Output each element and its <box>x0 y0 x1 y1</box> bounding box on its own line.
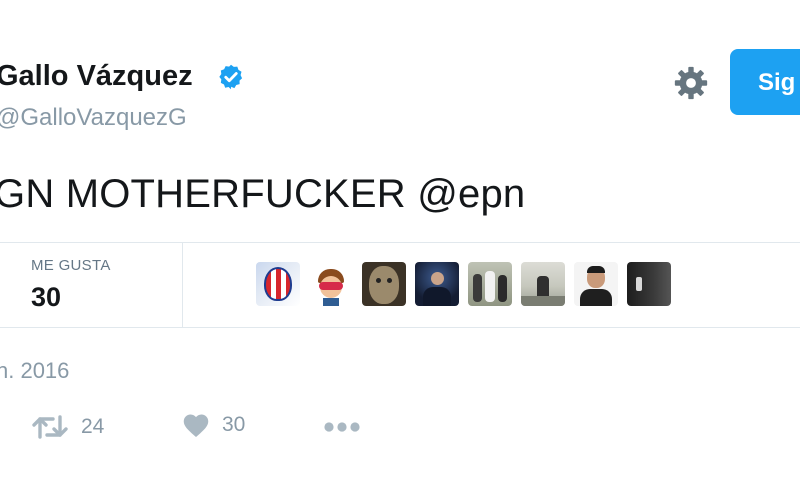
avatar[interactable] <box>521 262 565 306</box>
divider <box>0 242 800 243</box>
avatar[interactable] <box>362 262 406 306</box>
user-handle[interactable]: @GalloVazquezG <box>0 104 187 132</box>
verified-badge-icon <box>219 64 243 90</box>
gear-icon[interactable] <box>672 64 710 102</box>
avatar[interactable] <box>256 262 300 306</box>
like-count: 30 <box>222 413 246 436</box>
likes-stat-label[interactable]: ME GUSTA <box>31 257 111 274</box>
divider <box>0 327 800 328</box>
avatar[interactable] <box>309 262 353 306</box>
retweet-icon <box>32 415 68 439</box>
follow-button[interactable]: Sig <box>730 49 800 115</box>
heart-icon <box>183 414 209 438</box>
avatar[interactable] <box>415 262 459 306</box>
divider <box>182 243 183 328</box>
like-button[interactable]: 30 <box>182 412 245 438</box>
liker-avatars <box>256 262 680 306</box>
avatar[interactable] <box>574 262 618 306</box>
more-button[interactable] <box>323 420 361 434</box>
avatar[interactable] <box>627 262 671 306</box>
likes-stat-count[interactable]: 30 <box>31 282 61 313</box>
avatar[interactable] <box>468 262 512 306</box>
more-icon <box>324 422 360 432</box>
tweet-text: GN MOTHERFUCKER @epn <box>0 172 526 216</box>
retweet-count: 24 <box>81 415 105 438</box>
tweet-timestamp[interactable]: n. 2016 <box>0 358 69 384</box>
retweet-button[interactable]: 24 <box>31 412 104 442</box>
user-display-name[interactable]: Gallo Vázquez <box>0 60 193 93</box>
